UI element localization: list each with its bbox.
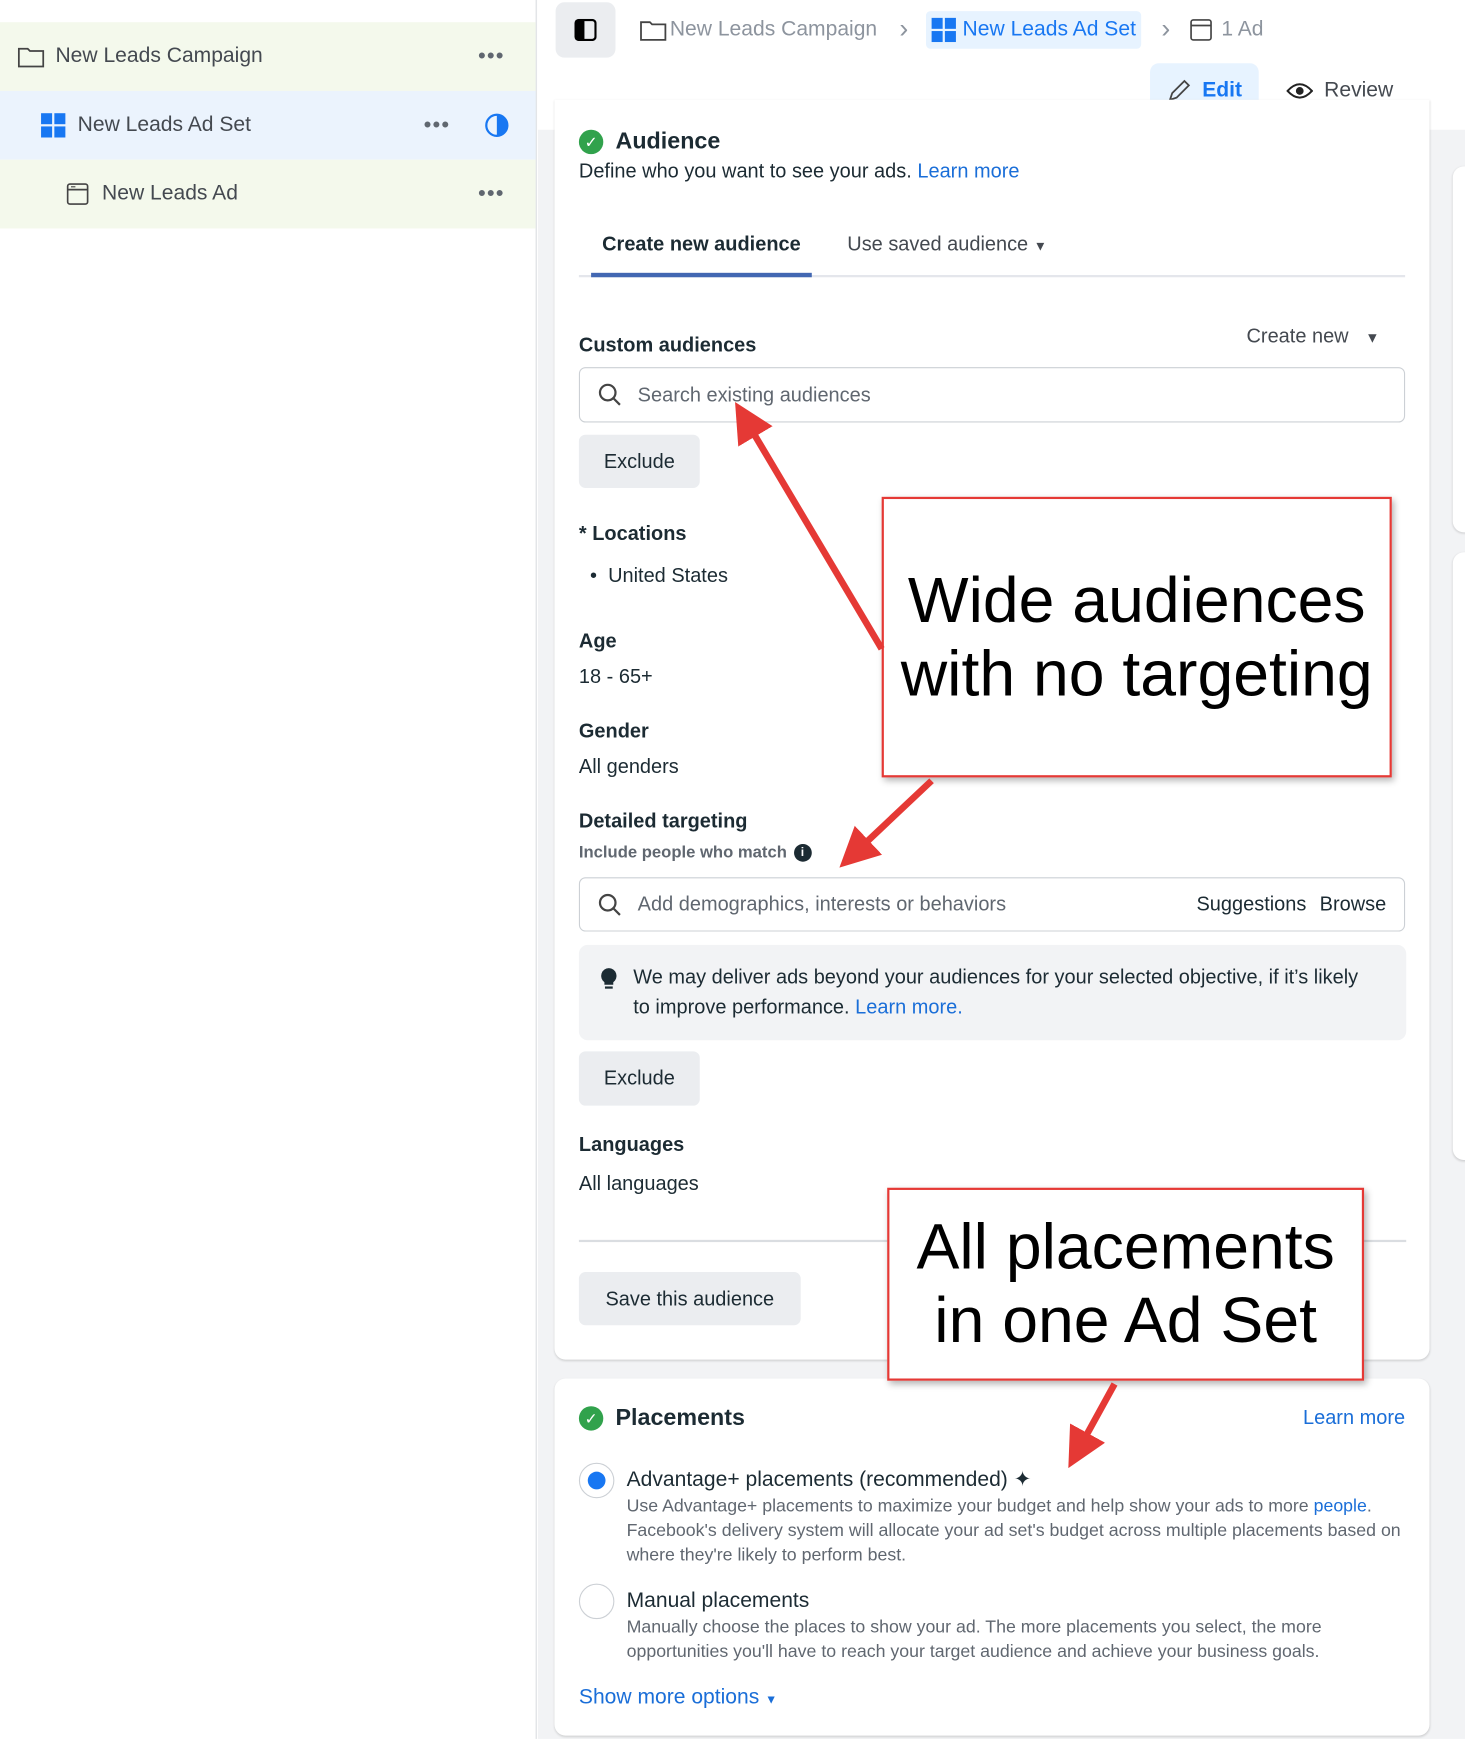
age-label: Age: [578, 629, 617, 653]
exclude-button[interactable]: Exclude: [578, 434, 700, 488]
folder-icon: [640, 21, 667, 41]
more-icon[interactable]: •••: [478, 181, 505, 207]
browse-link[interactable]: Browse: [1320, 893, 1387, 916]
sidebar-item-label: New Leads Campaign: [55, 44, 263, 68]
show-more-label: Show more options: [578, 1685, 760, 1709]
grid-icon: [41, 113, 66, 138]
option-label: Advantage+ placements (recommended): [626, 1468, 1008, 1492]
ad-icon: [66, 183, 89, 205]
toggle-sidebar-button[interactable]: [555, 2, 616, 58]
description-text: Define who you want to see your ads.: [578, 159, 912, 182]
more-icon[interactable]: •••: [424, 113, 451, 139]
caret-down-icon: ▼: [1033, 238, 1047, 254]
detailed-targeting-label: Detailed targeting: [578, 809, 748, 832]
check-circle-icon: ✓: [578, 1406, 604, 1431]
people-link[interactable]: people: [1314, 1497, 1367, 1516]
status-half-circle-icon: [485, 113, 509, 137]
age-value: 18 - 65+: [578, 665, 653, 688]
caret-down-icon: ▼: [765, 1693, 778, 1707]
ad-icon: [1190, 19, 1213, 41]
sidebar-item-adset[interactable]: New Leads Ad Set •••: [0, 90, 536, 160]
suggestions-link[interactable]: Suggestions: [1196, 893, 1306, 916]
side-card: [1452, 166, 1465, 533]
breadcrumb: New Leads Campaign › New Leads Ad Set › …: [640, 9, 1264, 51]
placements-learn-more-link[interactable]: Learn more: [1303, 1406, 1405, 1429]
folder-icon: [17, 47, 45, 68]
audience-description: Define who you want to see your ads. Lea…: [579, 160, 1020, 183]
annotation-box-placements: All placements in one Ad Set: [887, 1187, 1365, 1381]
manual-placements-radio[interactable]: [578, 1583, 615, 1620]
create-new-dropdown[interactable]: Create new ▼: [1247, 325, 1380, 348]
gender-value: All genders: [578, 755, 679, 778]
advantage-placements-label[interactable]: Advantage+ placements (recommended) ✦: [627, 1467, 1032, 1493]
advantage-placements-description: Use Advantage+ placements to maximize yo…: [627, 1495, 1403, 1568]
include-label: Include people who match i: [578, 842, 812, 862]
sidebar-item-campaign[interactable]: New Leads Campaign •••: [0, 22, 536, 91]
languages-value: All languages: [578, 1172, 699, 1195]
search-audiences-input[interactable]: Search existing audiences: [578, 367, 1406, 423]
chevron-right-icon: ›: [899, 14, 909, 45]
grid-icon: [931, 17, 956, 43]
check-circle-icon: ✓: [578, 129, 604, 155]
sidebar-item-label: New Leads Ad: [102, 181, 238, 206]
placements-title: Placements: [615, 1405, 745, 1431]
targeting-placeholder: Add demographics, interests or behaviors: [637, 892, 1007, 915]
sparkle-icon: ✦: [1013, 1468, 1032, 1492]
breadcrumb-campaign[interactable]: New Leads Campaign: [670, 18, 877, 42]
placements-card: ✓ Placements Learn more Advantage+ place…: [554, 1378, 1430, 1736]
manual-placements-description: Manually choose the places to show your …: [626, 1618, 1322, 1662]
show-more-options-link[interactable]: Show more options ▼: [579, 1686, 777, 1710]
custom-audiences-label: Custom audiences: [578, 333, 757, 356]
advantage-placements-radio[interactable]: [578, 1462, 615, 1499]
delivery-notice: We may deliver ads beyond your audiences…: [578, 944, 1407, 1041]
sidebar-item-label: New Leads Ad Set: [77, 113, 251, 137]
sidebar-item-ad[interactable]: New Leads Ad •••: [0, 159, 536, 229]
manual-placements-label[interactable]: Manual placements: [627, 1589, 810, 1613]
languages-label: Languages: [578, 1133, 685, 1156]
sidebar: New Leads Campaign ••• New Leads Ad Set …: [0, 0, 537, 1739]
radio-selected-dot: [587, 1471, 606, 1490]
location-item: • United States: [589, 564, 728, 587]
exclude-targeting-button[interactable]: Exclude: [578, 1051, 700, 1106]
gender-label: Gender: [578, 719, 649, 742]
search-icon: [598, 893, 621, 916]
more-icon[interactable]: •••: [478, 44, 505, 70]
save-audience-button[interactable]: Save this audience: [578, 1272, 801, 1326]
notice-text: We may deliver ads beyond your audiences…: [633, 963, 1365, 1023]
location-value: United States: [608, 564, 728, 587]
info-icon[interactable]: i: [793, 843, 812, 862]
search-placeholder: Search existing audiences: [637, 383, 871, 406]
sidebar-panel-icon: [574, 18, 597, 42]
lightbulb-icon: [601, 968, 617, 989]
include-text: Include people who match: [578, 842, 787, 862]
desc-text: Use Advantage+ placements to maximize yo…: [626, 1497, 1309, 1517]
search-icon: [598, 383, 621, 406]
breadcrumb-adset[interactable]: New Leads Ad Set: [925, 11, 1142, 49]
breadcrumb-adset-label: New Leads Ad Set: [962, 17, 1136, 42]
annotation-box-audiences: Wide audiences with no targeting: [881, 496, 1392, 778]
notice-body: We may deliver ads beyond your audiences…: [633, 965, 1359, 1019]
chevron-right-icon: ›: [1161, 14, 1171, 45]
create-new-label: Create new: [1246, 324, 1349, 348]
eye-icon: [1286, 82, 1314, 99]
detailed-targeting-input[interactable]: Add demographics, interests or behaviors…: [578, 877, 1406, 932]
notice-learn-more-link[interactable]: Learn more.: [855, 996, 963, 1018]
tab-label: Use saved audience: [847, 232, 1029, 256]
learn-more-link[interactable]: Learn more: [917, 160, 1019, 182]
audience-title: Audience: [615, 128, 721, 155]
tab-create-new-audience[interactable]: Create new audience: [591, 231, 812, 278]
breadcrumb-ad[interactable]: 1 Ad: [1221, 18, 1263, 42]
locations-label: * Locations: [578, 522, 687, 545]
side-card: [1452, 552, 1465, 1161]
caret-down-icon: ▼: [1365, 329, 1380, 347]
tab-use-saved-audience[interactable]: Use saved audience ▼: [847, 233, 1047, 256]
